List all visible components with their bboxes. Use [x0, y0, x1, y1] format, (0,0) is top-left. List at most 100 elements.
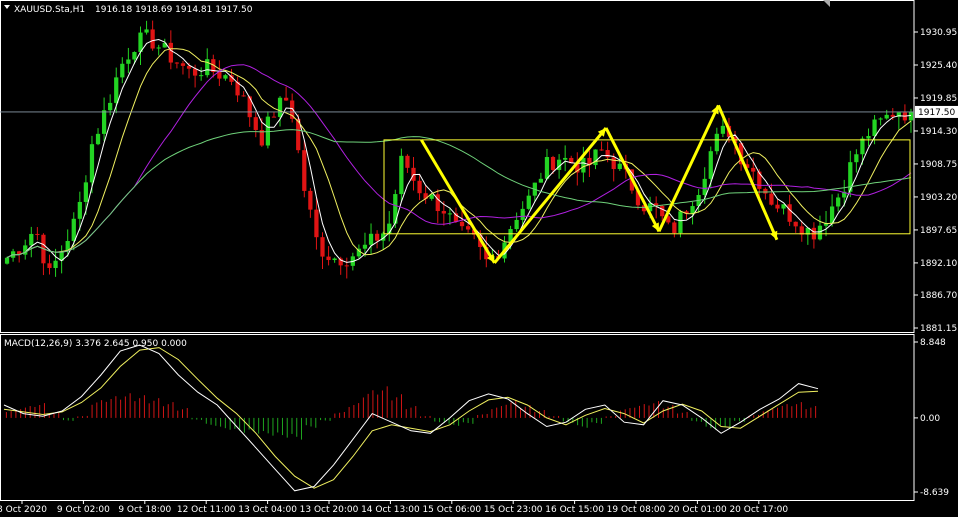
candle-body	[247, 96, 252, 118]
candle-body	[95, 133, 101, 145]
candle-body	[253, 117, 258, 130]
frame-layer	[0, 0, 915, 501]
candle-body	[544, 157, 550, 179]
menu-triangle-icon	[4, 5, 10, 9]
macd-main-line	[3, 344, 819, 492]
macd-layer	[3, 344, 819, 492]
candle-body	[550, 157, 556, 170]
candle-body	[326, 256, 331, 261]
axes-layer: 1930.95 1925.40 1919.85 1914.30 1908.75 1903.…	[0, 28, 957, 515]
price-tick-label: 1903.20	[920, 193, 957, 203]
candle-body	[775, 204, 780, 209]
time-tick-label: 20 Oct 01:00	[668, 505, 727, 515]
candle-body	[769, 193, 774, 205]
candle-body	[223, 75, 228, 79]
candle-body	[751, 167, 756, 172]
time-tick-label: 15 Oct 23:00	[484, 505, 543, 515]
time-tick-label: 9 Oct 18:00	[118, 505, 171, 515]
candle-body	[83, 182, 89, 202]
symbol-header: XAUUSD.Sta,H1	[14, 5, 85, 15]
ma-fast-line	[6, 38, 912, 263]
macd-tick-label: 8.848	[920, 338, 946, 348]
candle-body	[763, 188, 768, 194]
macd-tick-label: -8.639	[920, 488, 949, 498]
candle-body	[908, 111, 914, 121]
candle-body	[277, 97, 283, 117]
candle-body	[599, 149, 604, 151]
candle-body	[514, 219, 519, 230]
time-tick-label: 14 Oct 13:00	[361, 505, 420, 515]
candle-body	[520, 208, 525, 220]
time-tick-label: 9 Oct 02:00	[57, 505, 110, 515]
candle-body	[174, 62, 180, 64]
candle-body	[332, 258, 337, 261]
candle-body	[605, 150, 610, 158]
candle-body	[678, 211, 683, 234]
candle-body	[199, 75, 204, 77]
price-tick-label: 1914.30	[920, 127, 957, 137]
candle-body	[132, 52, 137, 60]
price-layer	[4, 20, 914, 279]
candle-body	[35, 233, 40, 235]
time-tick-label: 20 Oct 17:00	[729, 505, 788, 515]
candle-body	[878, 118, 883, 120]
price-tick-label: 1897.65	[920, 226, 957, 236]
candle-body	[4, 257, 10, 264]
candle-body	[314, 209, 319, 238]
window-corner-icon	[823, 0, 830, 7]
candle-body	[308, 190, 313, 210]
candle-body	[362, 244, 368, 249]
candle-body	[168, 42, 173, 63]
candle-body	[71, 218, 76, 242]
candle-body	[672, 222, 677, 234]
candle-body	[447, 213, 453, 215]
candle-body	[884, 114, 889, 119]
candle-body	[271, 116, 277, 118]
arrow-line	[717, 104, 779, 241]
candle-body	[690, 206, 695, 214]
candle-body	[787, 204, 792, 222]
candle-body	[793, 221, 798, 227]
candle-body	[720, 125, 726, 134]
candle-body	[101, 110, 107, 134]
candle-body	[29, 233, 34, 246]
candle-body	[836, 197, 841, 207]
candle-body	[120, 63, 125, 78]
candle-body	[180, 63, 186, 66]
ma-slow-line	[6, 64, 912, 259]
candle-body	[441, 211, 446, 214]
price-tick-label: 1925.40	[920, 61, 957, 71]
current-price-label: 1917.50	[918, 108, 955, 118]
candle-body	[156, 47, 161, 49]
candle-body	[405, 155, 410, 168]
price-tick-label: 1919.85	[920, 94, 957, 104]
candle-body	[150, 29, 155, 49]
candle-body	[708, 151, 713, 179]
candle-body	[302, 150, 307, 191]
candle-body	[320, 237, 325, 257]
candle-body	[817, 225, 823, 240]
ma-medium-line	[6, 48, 912, 259]
time-tick-label: 19 Oct 08:00	[607, 505, 666, 515]
time-tick-label: 16 Oct 15:00	[545, 505, 604, 515]
candle-body	[702, 178, 707, 195]
time-tick-label: 12 Oct 11:00	[177, 505, 236, 515]
candle-body	[144, 29, 149, 33]
macd-signal-line	[3, 347, 819, 489]
price-tick-label: 1930.95	[920, 28, 957, 38]
candle-body	[465, 226, 471, 230]
candle-body	[581, 157, 586, 173]
price-tick-label: 1886.70	[920, 291, 957, 301]
candle-body	[77, 201, 82, 219]
candle-body	[344, 265, 349, 267]
chart[interactable]: 1917.50 1930.95 1925.40 1919.85 1914.30 1908…	[0, 0, 958, 517]
time-tick-label: 8 Oct 2020	[0, 505, 47, 515]
arrow-line	[493, 127, 608, 264]
time-tick-label: 13 Oct 04:00	[238, 505, 297, 515]
candle-body	[660, 206, 665, 217]
candle-body	[417, 180, 422, 194]
ohlc-header: 1916.18 1918.69 1914.81 1917.50	[95, 5, 253, 15]
candle-body	[89, 144, 95, 183]
macd-pane-border	[0, 334, 915, 501]
candle-body	[563, 157, 568, 160]
